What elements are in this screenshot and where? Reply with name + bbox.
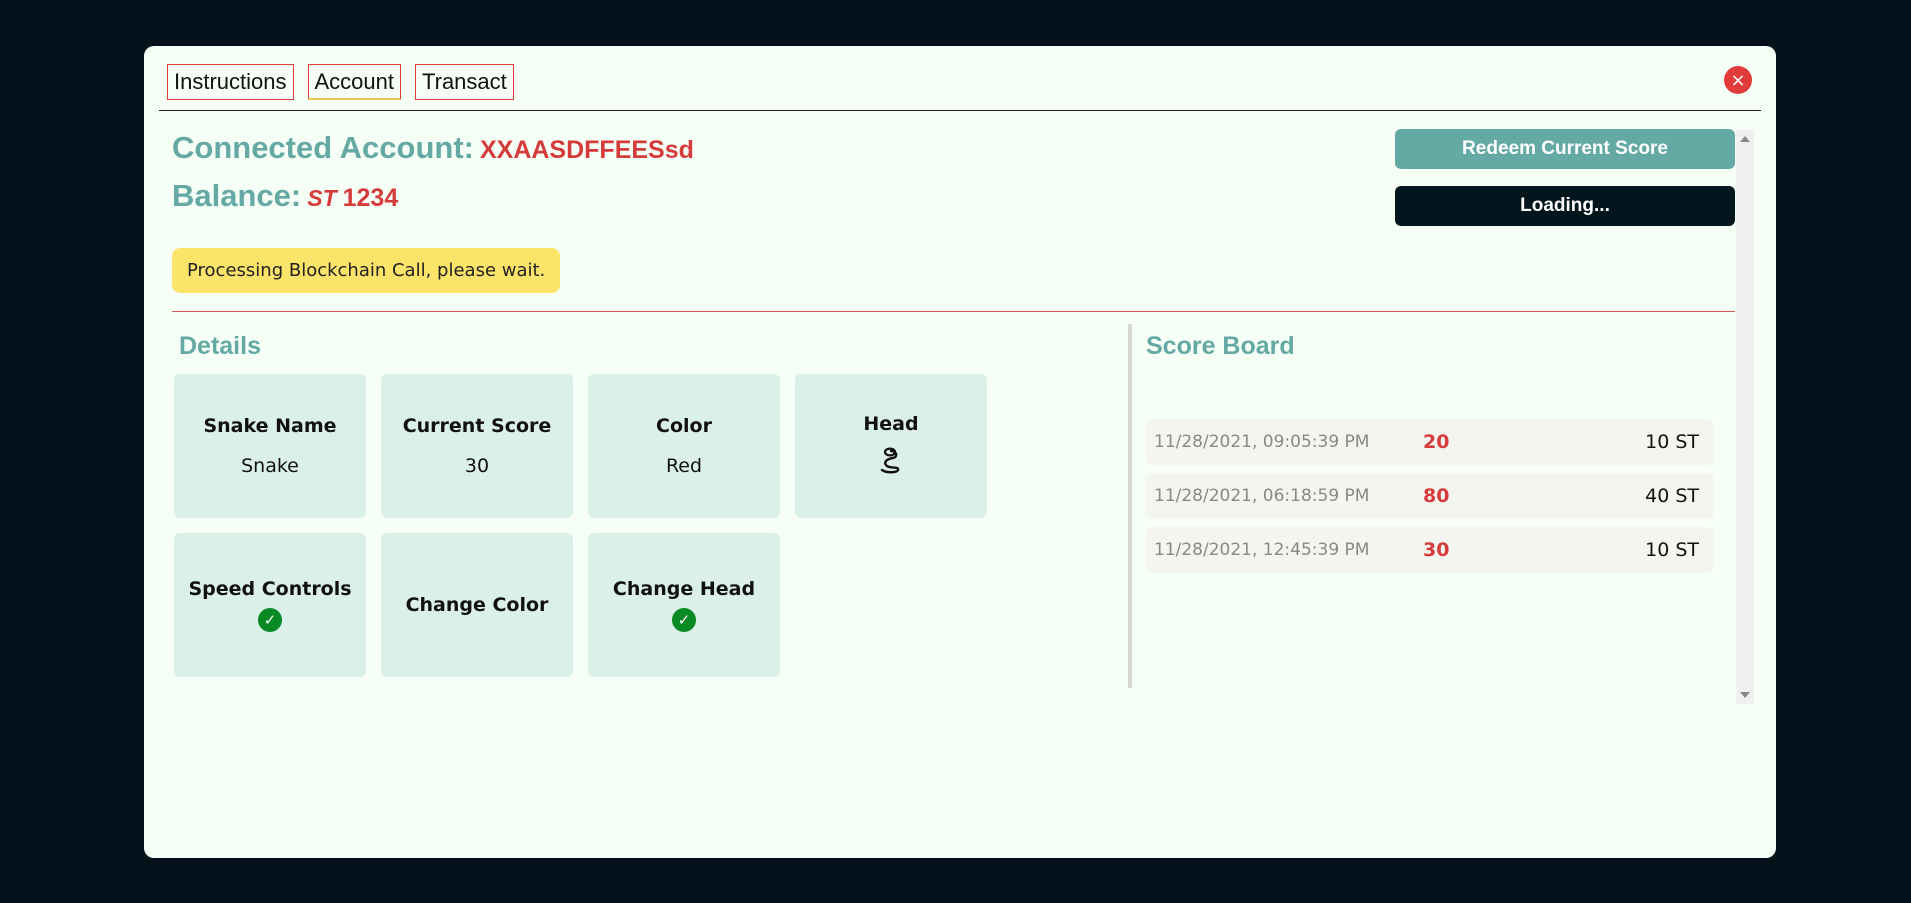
score-row: 11/28/2021, 12:45:39 PM 30 10 ST — [1146, 527, 1714, 573]
connected-account-label: Connected Account: — [172, 130, 474, 165]
score-value: 20 — [1423, 431, 1450, 453]
current-score-card: Current Score 30 — [381, 374, 573, 518]
card-title: Snake Name — [203, 415, 337, 437]
scoreboard-title: Score Board — [1146, 332, 1295, 360]
change-head-card: Change Head ✓ — [588, 533, 780, 677]
balance-value: 1234 — [342, 184, 399, 212]
tab-divider — [159, 110, 1761, 111]
change-color-card: Change Color — [381, 533, 573, 677]
score-value: 30 — [1423, 539, 1450, 561]
redeem-score-button[interactable]: Redeem Current Score — [1395, 129, 1735, 169]
card-title: Speed Controls — [188, 578, 352, 600]
card-title: Current Score — [402, 415, 552, 437]
connected-account-value: XXAASDFFEESsd — [479, 136, 694, 164]
card-title: Change Head — [612, 578, 756, 600]
processing-status: Processing Blockchain Call, please wait. — [172, 248, 561, 293]
account-modal: Instructions Account Transact × Connecte… — [144, 46, 1776, 858]
score-time: 11/28/2021, 09:05:39 PM — [1154, 432, 1370, 452]
account-content: Connected Account: XXAASDFFEESsd Balance:… — [159, 128, 1741, 704]
score-time: 11/28/2021, 12:45:39 PM — [1154, 540, 1370, 560]
score-value: 80 — [1423, 485, 1450, 507]
color-card: Color Red — [588, 374, 780, 518]
details-title: Details — [179, 332, 261, 360]
vertical-scrollbar[interactable] — [1736, 130, 1754, 704]
score-reward: 10 ST — [1645, 431, 1699, 453]
head-card: Head — [795, 374, 987, 518]
card-value: Red — [665, 455, 703, 477]
balance-symbol: ST — [307, 185, 337, 211]
close-icon: × — [1730, 69, 1746, 91]
balance: Balance: ST 1234 — [172, 178, 398, 214]
score-row: 11/28/2021, 09:05:39 PM 20 10 ST — [1146, 419, 1714, 465]
check-circle-icon: ✓ — [672, 608, 696, 632]
modal-tabs: Instructions Account Transact — [167, 64, 514, 100]
card-value: Snake — [241, 455, 299, 477]
tab-account[interactable]: Account — [307, 64, 401, 100]
speed-controls-card: Speed Controls ✓ — [174, 533, 366, 677]
column-divider — [1128, 324, 1132, 688]
card-title: Head — [863, 413, 919, 435]
scroll-down-icon[interactable] — [1740, 692, 1750, 698]
card-value: 30 — [464, 455, 490, 477]
score-reward: 10 ST — [1645, 539, 1699, 561]
close-button[interactable]: × — [1724, 66, 1752, 94]
tab-instructions[interactable]: Instructions — [167, 64, 294, 100]
loading-button[interactable]: Loading... — [1395, 186, 1735, 226]
card-title: Color — [656, 415, 712, 437]
score-reward: 40 ST — [1645, 485, 1699, 507]
score-row: 11/28/2021, 06:18:59 PM 80 40 ST — [1146, 473, 1714, 519]
section-divider — [172, 311, 1735, 312]
tab-transact[interactable]: Transact — [415, 64, 514, 100]
connected-account: Connected Account: XXAASDFFEESsd — [172, 130, 694, 166]
snake-icon — [878, 447, 904, 479]
score-time: 11/28/2021, 06:18:59 PM — [1154, 486, 1370, 506]
snake-name-card: Snake Name Snake — [174, 374, 366, 518]
card-title: Change Color — [405, 594, 549, 616]
scroll-up-icon[interactable] — [1740, 136, 1750, 142]
balance-label: Balance: — [172, 178, 302, 213]
check-circle-icon: ✓ — [258, 608, 282, 632]
